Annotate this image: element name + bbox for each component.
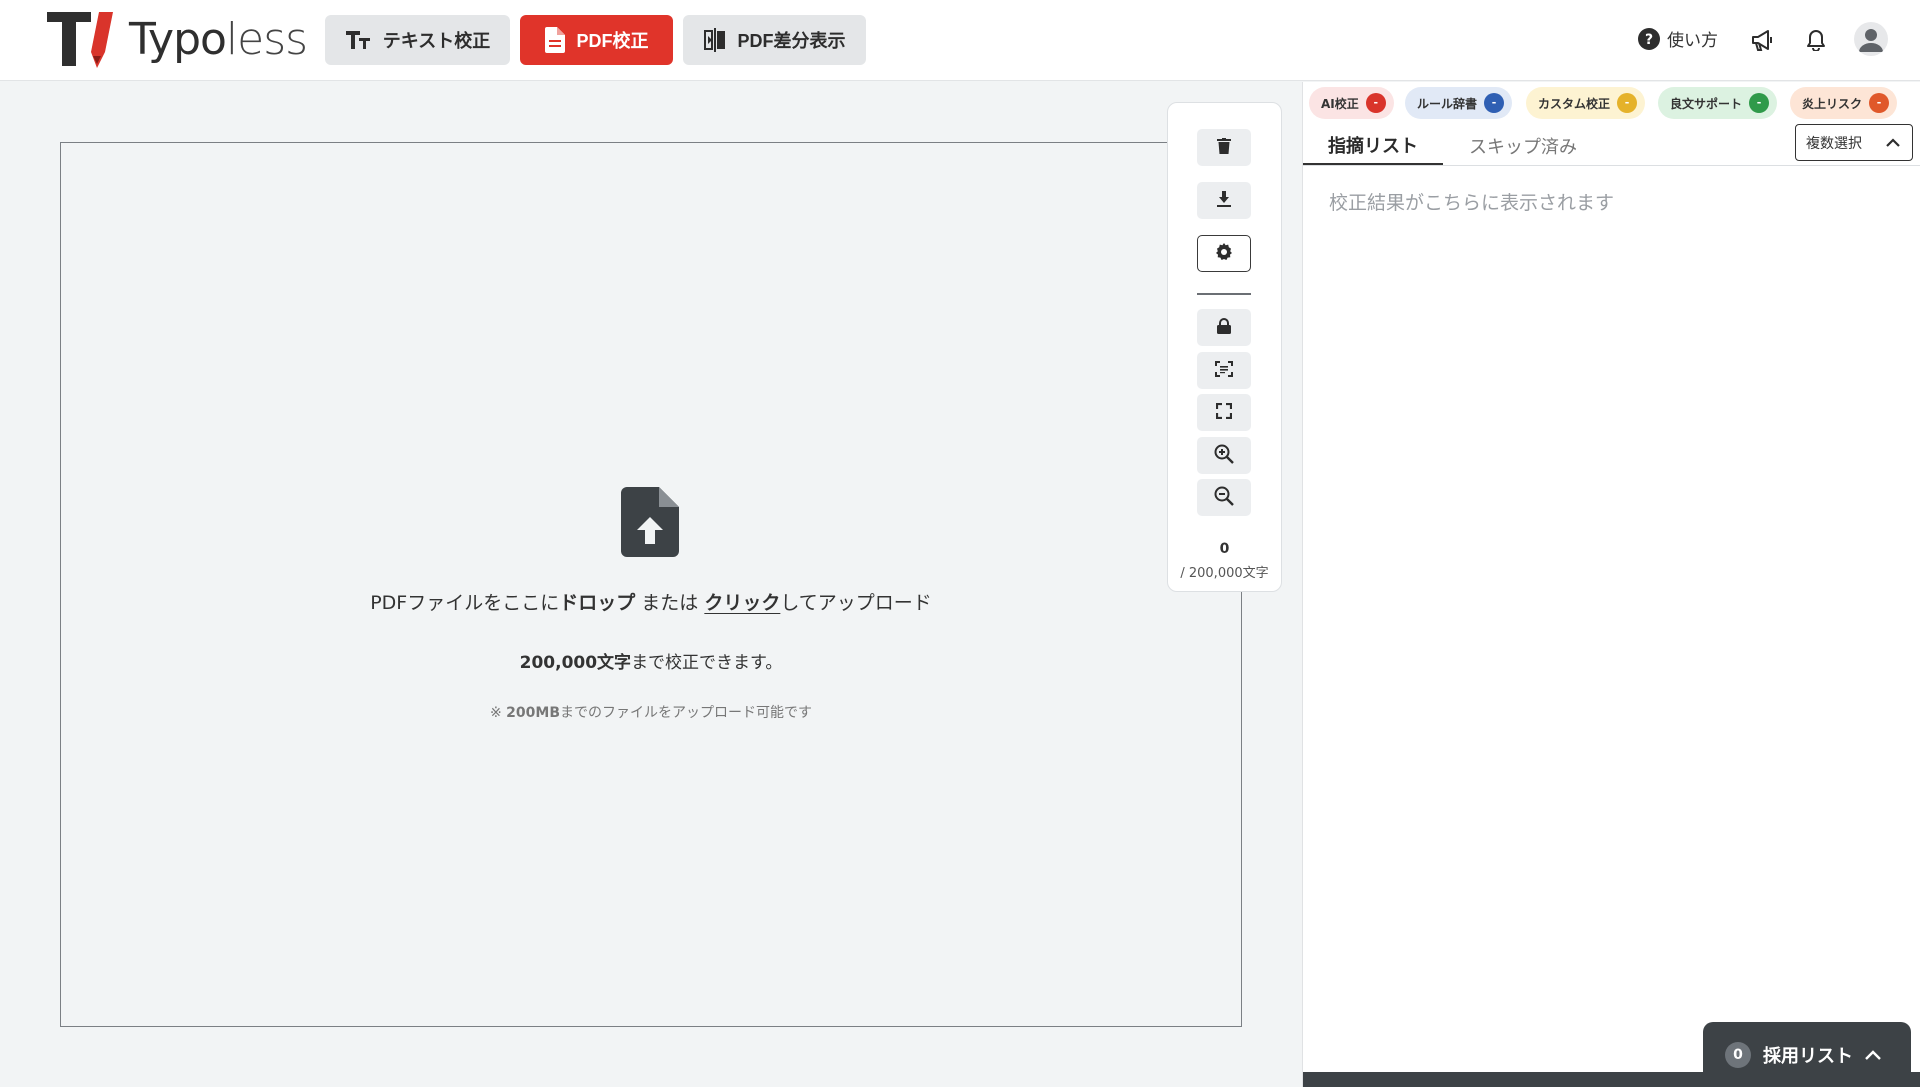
drop-instruction: PDFファイルをここにドロップ または クリックしてアップロード (0, 588, 1302, 615)
lock-icon (1217, 317, 1231, 338)
multi-select-label: 複数選択 (1806, 135, 1862, 152)
header: Typoless テキスト校正 PDF校正 PDF差分表示 ? 使い方 (0, 0, 1920, 81)
chevron-up-icon (1886, 136, 1900, 152)
click-upload-link[interactable]: クリック (704, 592, 780, 614)
delete-button[interactable] (1197, 129, 1251, 166)
document-icon (544, 27, 565, 53)
chip-custom-check[interactable]: カスタム校正 - (1526, 87, 1646, 119)
char-limit-value: 200,000文字 (519, 653, 632, 673)
text-check-button[interactable]: テキスト校正 (325, 15, 510, 65)
chip-flame-risk[interactable]: 炎上リスク - (1790, 87, 1898, 119)
drop-keyword: ドロップ (559, 592, 636, 614)
chip-label: AI校正 (1321, 96, 1359, 111)
fullscreen-button[interactable] (1197, 394, 1251, 431)
chip-count-badge: - (1749, 93, 1770, 113)
drop-or-text: または (635, 592, 705, 614)
pdf-diff-button[interactable]: PDF差分表示 (683, 15, 866, 65)
pdf-diff-label: PDF差分表示 (737, 31, 846, 51)
char-limit-text: 200,000文字まで校正できます。 (0, 648, 1302, 673)
adopted-list-toggle[interactable]: 0 採用リスト (1703, 1022, 1911, 1087)
file-upload-icon (621, 487, 679, 557)
chip-label: カスタム校正 (1538, 96, 1611, 111)
compare-icon (703, 28, 726, 52)
char-limit-rest: まで校正できます。 (631, 653, 783, 673)
settings-button[interactable] (1197, 235, 1251, 272)
text-scan-icon (1215, 360, 1233, 381)
chip-label: ルール辞書 (1417, 96, 1478, 111)
tabs-divider (1303, 165, 1920, 166)
adopted-count-badge: 0 (1725, 1041, 1751, 1068)
zoom-in-button[interactable] (1197, 437, 1251, 474)
file-size-value: 200MB (506, 705, 560, 721)
pdf-toolbar: 0 / 200,000文字 (1167, 102, 1282, 592)
svg-text:?: ? (1645, 32, 1653, 48)
toolbar-divider (1197, 293, 1251, 295)
logo-mark-icon (47, 12, 117, 68)
pdf-check-label: PDF校正 (576, 31, 649, 51)
typoless-logo[interactable]: Typoless (47, 12, 308, 68)
pdf-drop-zone[interactable] (60, 142, 1242, 1027)
chip-ai-check[interactable]: AI校正 - (1309, 87, 1394, 119)
drop-text-before: PDFファイルをここに (370, 592, 560, 614)
text-scan-button[interactable] (1197, 352, 1251, 389)
gear-icon (1215, 242, 1233, 265)
zoom-in-icon (1214, 444, 1234, 468)
lock-button[interactable] (1197, 309, 1251, 346)
help-link[interactable]: ? 使い方 (1638, 26, 1718, 51)
note-prefix: ※ (489, 705, 507, 721)
zoom-out-button[interactable] (1197, 479, 1251, 516)
chevron-up-icon (1865, 1045, 1881, 1066)
chip-rule-dictionary[interactable]: ルール辞書 - (1405, 87, 1513, 119)
fullscreen-icon (1215, 402, 1233, 423)
brand-name: Typoless (129, 14, 308, 65)
note-rest: までのファイルをアップロード可能です (560, 705, 812, 721)
chip-count-badge: - (1617, 93, 1638, 113)
megaphone-icon[interactable] (1748, 26, 1776, 54)
multi-select-button[interactable]: 複数選択 (1795, 124, 1913, 161)
results-placeholder: 校正結果がこちらに表示されます (1329, 192, 1615, 214)
chip-count-badge: - (1365, 93, 1386, 113)
char-count: 0 (1219, 541, 1230, 557)
help-label: 使い方 (1667, 31, 1718, 51)
results-panel: AI校正 - ルール辞書 - カスタム校正 - 良文サポート - 炎上リスク -… (1302, 82, 1920, 1087)
drop-text-after: してアップロード (780, 592, 932, 614)
help-circle-icon: ? (1638, 27, 1660, 50)
chip-label: 良文サポート (1670, 96, 1743, 111)
chip-label: 炎上リスク (1802, 96, 1863, 111)
text-size-icon (345, 30, 371, 50)
char-max: / 200,000文字 (1180, 566, 1269, 581)
user-avatar-icon[interactable] (1854, 22, 1888, 56)
download-icon (1217, 190, 1231, 211)
zoom-out-icon (1214, 486, 1234, 510)
file-size-note: ※ 200MBまでのファイルをアップロード可能です (0, 702, 1302, 722)
tab-issue-list[interactable]: 指摘リスト (1303, 126, 1443, 166)
chip-writing-support[interactable]: 良文サポート - (1658, 87, 1778, 119)
tab-skipped[interactable]: スキップ済み (1443, 126, 1603, 166)
text-check-label: テキスト校正 (382, 31, 491, 51)
bell-icon[interactable] (1802, 26, 1830, 54)
trash-icon (1217, 137, 1231, 158)
pdf-check-button[interactable]: PDF校正 (520, 15, 673, 65)
chip-count-badge: - (1484, 93, 1505, 113)
download-button[interactable] (1197, 182, 1251, 219)
adopted-list-label: 採用リスト (1763, 1045, 1853, 1067)
chip-count-badge: - (1869, 93, 1890, 113)
